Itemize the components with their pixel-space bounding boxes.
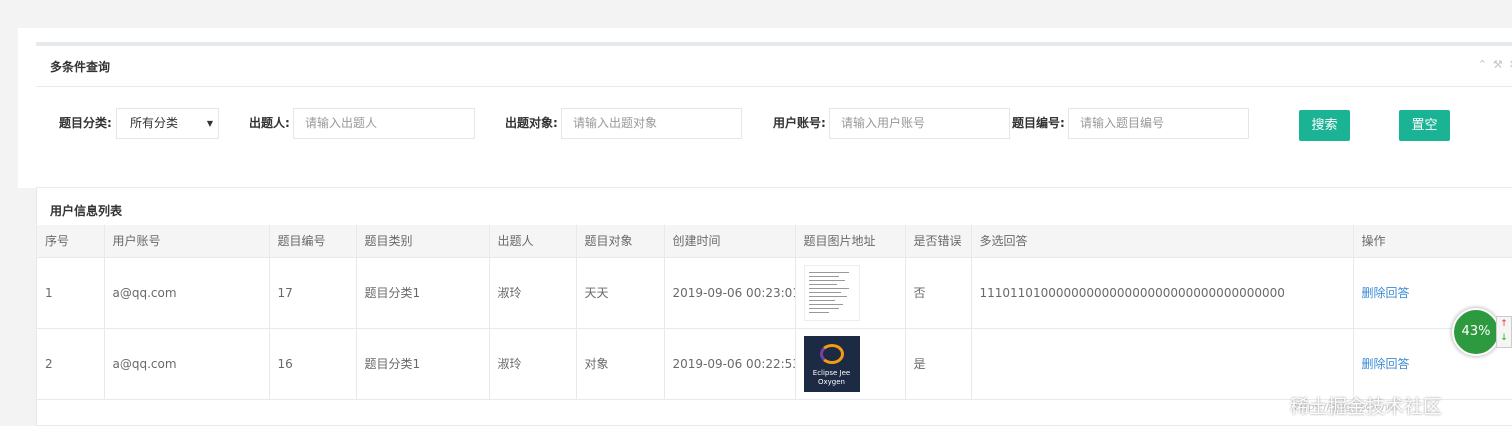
cell-answer: 1110110100000000000000000000000000000000 xyxy=(971,257,1354,329)
cell-object: 对象 xyxy=(576,328,665,400)
cell-category: 题目分类1 xyxy=(356,328,490,400)
cell-index: 1 xyxy=(37,257,105,329)
question-image-thumbnail[interactable] xyxy=(803,264,860,321)
setter-label: 出题人: xyxy=(249,116,290,130)
cell-image: Eclipse Jee Oxygen xyxy=(795,328,906,400)
speed-widget-side[interactable]: ↑ ↓ xyxy=(1496,316,1512,348)
number-input[interactable]: 请输入题目编号 xyxy=(1068,108,1249,139)
cell-created: 2019-09-06 00:23:01 xyxy=(664,257,796,329)
category-select[interactable]: 所有分类 ▼ xyxy=(116,108,219,139)
cell-number: 16 xyxy=(269,328,357,400)
question-image-thumbnail[interactable]: Eclipse Jee Oxygen xyxy=(803,335,860,392)
cell-object: 天天 xyxy=(576,257,665,329)
column-header: 题目图片地址 xyxy=(795,225,906,258)
query-panel: 多条件查询 ⌃ ⚒ ✕ 题目分类: 所有分类 ▼ 出题人: 请输入出题人 出题对… xyxy=(18,28,1512,188)
cell-setter: 淑玲 xyxy=(489,328,577,400)
column-header: 用户账号 xyxy=(104,225,270,258)
delete-answer-link[interactable]: 删除回答 xyxy=(1362,286,1410,300)
speed-widget[interactable]: 43% xyxy=(1452,308,1500,356)
cell-created: 2019-09-06 00:22:53 xyxy=(664,328,796,400)
column-header: 序号 xyxy=(37,225,105,258)
table-row: 1 a@qq.com 17 题目分类1 淑玲 天天 2019-09-06 00:… xyxy=(37,257,1512,329)
eclipse-logo-icon xyxy=(819,343,844,364)
cell-wrong: 否 xyxy=(905,257,972,329)
account-label: 用户账号: xyxy=(773,116,826,130)
account-input[interactable]: 请输入用户账号 xyxy=(829,108,1010,139)
object-input[interactable]: 请输入出题对象 xyxy=(561,108,742,139)
arrow-down-icon: ↓ xyxy=(1500,333,1508,343)
column-header: 出题人 xyxy=(489,225,577,258)
object-label: 出题对象: xyxy=(505,116,558,130)
table-row: 2 a@qq.com 16 题目分类1 淑玲 对象 2019-09-06 00:… xyxy=(37,328,1512,400)
column-header: 题目编号 xyxy=(269,225,357,258)
cell-account: a@qq.com xyxy=(104,257,270,329)
clear-button[interactable]: 置空 xyxy=(1399,110,1450,141)
data-table: 序号 用户账号 题目编号 题目类别 出题人 题目对象 创建时间 题目图片地址 是… xyxy=(37,225,1512,400)
list-title: 用户信息列表 xyxy=(50,204,123,218)
divider xyxy=(36,86,1512,87)
cell-setter: 淑玲 xyxy=(489,257,577,329)
table-header-row: 序号 用户账号 题目编号 题目类别 出题人 题目对象 创建时间 题目图片地址 是… xyxy=(37,225,1512,258)
column-header: 题目类别 xyxy=(356,225,490,258)
category-label: 题目分类: xyxy=(59,116,112,130)
number-label: 题目编号: xyxy=(1012,116,1065,130)
cell-index: 2 xyxy=(37,328,105,400)
column-header: 多选回答 xyxy=(971,225,1354,258)
wrench-icon[interactable]: ⚒ xyxy=(1493,58,1503,71)
column-header: 题目对象 xyxy=(576,225,665,258)
chevron-down-icon: ▼ xyxy=(206,119,213,128)
thumbnail-caption: Oxygen xyxy=(818,377,845,386)
collapse-icon[interactable]: ⌃ xyxy=(1478,58,1487,71)
setter-input[interactable]: 请输入出题人 xyxy=(293,108,475,139)
panel-top-border xyxy=(36,42,1512,46)
cell-image xyxy=(795,257,906,329)
column-header: 创建时间 xyxy=(664,225,796,258)
cell-category: 题目分类1 xyxy=(356,257,490,329)
query-panel-title: 多条件查询 xyxy=(50,60,111,74)
watermark: 稀土掘金技术社区 xyxy=(1290,396,1443,418)
thumbnail-caption: Eclipse Jee xyxy=(812,368,851,377)
delete-answer-link[interactable]: 删除回答 xyxy=(1362,357,1410,371)
category-select-value: 所有分类 xyxy=(130,116,179,130)
column-header: 操作 xyxy=(1353,225,1512,258)
cell-number: 17 xyxy=(269,257,357,329)
cell-answer xyxy=(971,328,1354,400)
cell-account: a@qq.com xyxy=(104,328,270,400)
panel-tools: ⌃ ⚒ ✕ xyxy=(1478,58,1512,71)
cell-wrong: 是 xyxy=(905,328,972,400)
search-button[interactable]: 搜索 xyxy=(1299,110,1350,141)
list-panel: 用户信息列表 序号 用户账号 题目编号 题目类别 出题人 题目对象 创建时间 题… xyxy=(36,187,1512,426)
column-header: 是否错误 xyxy=(905,225,972,258)
arrow-up-icon: ↑ xyxy=(1500,319,1508,329)
